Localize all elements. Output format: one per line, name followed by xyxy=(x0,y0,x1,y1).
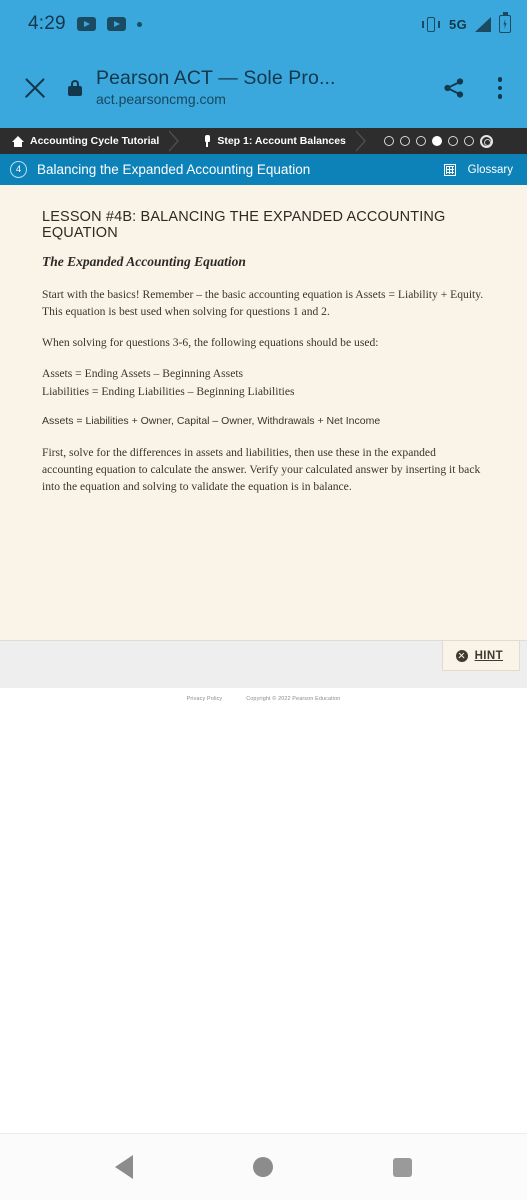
youtube-icon xyxy=(76,17,96,31)
pin-icon xyxy=(203,135,211,147)
vibrate-icon xyxy=(421,16,441,32)
privacy-policy-link[interactable]: Privacy Policy xyxy=(187,696,223,702)
youtube-icon xyxy=(106,17,126,31)
glossary-label: Glossary xyxy=(467,163,513,176)
home-icon xyxy=(12,135,24,147)
close-icon[interactable] xyxy=(20,73,50,103)
progress-dot[interactable] xyxy=(415,136,426,146)
hint-button[interactable]: HINT xyxy=(441,641,520,671)
page-title: Pearson ACT — Sole Pro... xyxy=(96,67,336,90)
lesson-paragraph-2: When solving for questions 3-6, the foll… xyxy=(42,335,379,349)
progress-dots xyxy=(378,128,493,154)
home-circle-icon[interactable] xyxy=(253,1157,273,1177)
status-bar-right: 5G xyxy=(421,12,511,33)
breadcrumb-chevron-icon xyxy=(355,128,378,154)
lesson-subheading: The Expanded Accounting Equation xyxy=(42,254,246,269)
lock-icon xyxy=(68,80,82,96)
phone-screen: 4:29 5G Pearson ACT — Sole Pro... act.pe… xyxy=(0,0,527,1200)
back-triangle-icon[interactable] xyxy=(115,1155,133,1179)
status-bar-clock: 4:29 xyxy=(28,13,66,34)
equation-group-differences: Assets = Ending Assets – Beginning Asset… xyxy=(42,365,487,400)
breadcrumb-item-step[interactable]: Step 1: Account Balances xyxy=(191,128,356,154)
breadcrumb-label: Step 1: Account Balances xyxy=(217,135,346,147)
lesson-paragraph-3: First, solve for the differences in asse… xyxy=(42,445,481,493)
progress-dot[interactable] xyxy=(399,136,410,146)
lesson-heading: LESSON #4B: BALANCING THE EXPANDED ACCOU… xyxy=(42,209,446,241)
url-block[interactable]: Pearson ACT — Sole Pro... act.pearsoncmg… xyxy=(96,67,427,109)
hint-label: HINT xyxy=(474,649,503,662)
progress-dot[interactable] xyxy=(447,136,458,146)
recents-square-icon[interactable] xyxy=(393,1157,412,1177)
browser-toolbar: Pearson ACT — Sole Pro... act.pearsoncmg… xyxy=(0,48,527,128)
equation-assets: Assets = Ending Assets – Beginning Asset… xyxy=(42,367,244,381)
share-icon[interactable] xyxy=(441,75,467,101)
progress-dot[interactable] xyxy=(383,136,394,146)
lesson-number-badge: 4 xyxy=(10,161,27,178)
breadcrumb-item-tutorial[interactable]: Accounting Cycle Tutorial xyxy=(0,128,169,154)
page-footer: Privacy Policy Copyright © 2022 Pearson … xyxy=(0,687,527,709)
grid-table-icon xyxy=(443,163,456,176)
progress-dot-current[interactable] xyxy=(431,136,442,146)
breadcrumb-label: Accounting Cycle Tutorial xyxy=(30,135,160,147)
android-navigation-bar xyxy=(0,1133,527,1200)
lesson-paragraph-1: Start with the basics! Remember – the ba… xyxy=(42,288,484,318)
hint-bar: HINT xyxy=(0,640,527,687)
breadcrumb-chevron-icon xyxy=(169,128,191,154)
progress-dot[interactable] xyxy=(463,136,474,146)
copyright-text: Copyright © 2022 Pearson Education xyxy=(246,695,341,702)
signal-icon xyxy=(475,16,491,32)
status-bar-left: 4:29 xyxy=(28,13,142,35)
breadcrumb: Accounting Cycle Tutorial Step 1: Accoun… xyxy=(0,128,527,154)
glossary-button[interactable]: Glossary xyxy=(443,163,513,176)
page-url: act.pearsoncmg.com xyxy=(96,91,226,108)
lesson-content: LESSON #4B: BALANCING THE EXPANDED ACCOU… xyxy=(0,185,527,640)
blank-area xyxy=(0,709,527,1133)
progress-dot-final[interactable] xyxy=(479,134,493,148)
android-status-bar: 4:29 5G xyxy=(0,0,527,48)
equation-expanded: Assets = Liabilities + Owner, Capital – … xyxy=(42,415,381,428)
equation-liabilities: Liabilities = Ending Liabilities – Begin… xyxy=(42,384,295,398)
close-circle-icon xyxy=(455,649,468,662)
lesson-header-bar: 4 Balancing the Expanded Accounting Equa… xyxy=(0,154,527,185)
battery-icon xyxy=(499,12,511,33)
network-type-label: 5G xyxy=(449,16,467,32)
dot-icon xyxy=(136,21,142,27)
overflow-menu-icon[interactable] xyxy=(487,75,513,101)
lesson-title: Balancing the Expanded Accounting Equati… xyxy=(37,162,311,177)
